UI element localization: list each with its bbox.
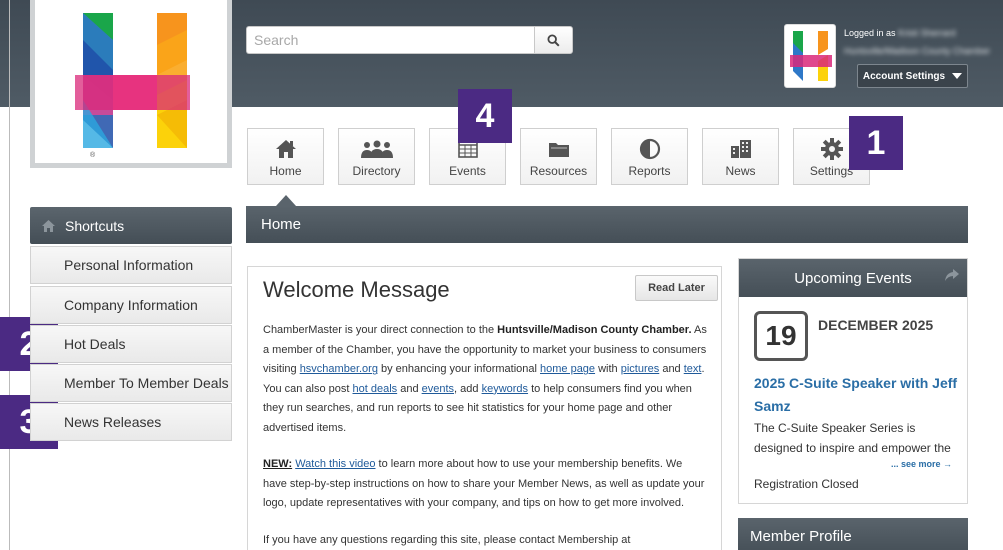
welcome-paragraph-2: NEW: Watch this video to learn more abou… [263, 455, 708, 514]
pie-chart-icon [639, 138, 660, 160]
upcoming-events-panel: Upcoming Events 19 DECEMBER 2025 2025 C-… [738, 258, 968, 504]
nav-news-label: News [725, 164, 756, 178]
sidebar-item-personal-information[interactable]: Personal Information [30, 246, 232, 284]
read-later-button[interactable]: Read Later [635, 275, 718, 301]
welcome-panel: Welcome Message Read Later ChamberMaster… [247, 266, 722, 550]
sidebar-item-label: Company Information [64, 297, 198, 313]
nav-home[interactable]: Home [247, 128, 324, 185]
organization-text: Huntsville/Madison County Chamber [844, 46, 991, 56]
folder-icon [548, 143, 569, 157]
sidebar-item-label: News Releases [64, 414, 162, 430]
callout-4: 4 [458, 89, 512, 143]
nav-news[interactable]: News [702, 128, 779, 185]
text: with [595, 363, 621, 376]
text: , add [454, 382, 482, 395]
svg-text:®: ® [90, 151, 96, 159]
chamber-name: Huntsville/Madison County Chamber. [497, 324, 692, 336]
nav-directory-label: Directory [352, 164, 401, 178]
search-bar [246, 26, 573, 54]
house-icon [275, 140, 296, 158]
text: and [397, 382, 422, 395]
shortcuts-title: Shortcuts [65, 217, 125, 234]
upcoming-events-title: Upcoming Events [794, 269, 912, 287]
event-date-box: 19 [754, 311, 808, 361]
search-input[interactable] [246, 26, 534, 54]
event-description: The C-Suite Speaker Series is designed t… [754, 421, 951, 455]
left-border [9, 0, 10, 550]
sidebar-item-label: Member To Member Deals [64, 375, 229, 391]
logged-in-user: Kristi Sherrard [898, 28, 956, 38]
people-icon [360, 140, 393, 158]
text: and [659, 363, 684, 376]
nav-settings-label: Settings [809, 164, 854, 178]
page-title: Home [261, 216, 302, 233]
welcome-paragraph-1: ChamberMaster is your direct connection … [263, 321, 708, 439]
active-tab-pointer [276, 195, 296, 206]
avatar-logo-icon [790, 31, 832, 81]
h-logo-mark: ® [75, 13, 190, 159]
sidebar-item-hot-deals[interactable]: Hot Deals [30, 325, 232, 363]
text: by enhancing your informational [377, 363, 540, 376]
gear-icon [820, 138, 843, 160]
home-page-link[interactable]: home page [540, 363, 595, 375]
text: ChamberMaster is your direct connection … [263, 324, 498, 336]
text: If you have any questions regarding this… [263, 534, 631, 546]
nav-events-label: Events [449, 164, 486, 178]
hot-deals-link[interactable]: hot deals [353, 383, 398, 395]
read-later-label: Read Later [648, 282, 705, 294]
page-title-bar: Home [246, 206, 968, 243]
search-button[interactable] [534, 26, 573, 54]
share-arrow-icon[interactable] [945, 269, 959, 282]
sidebar-item-member-to-member-deals[interactable]: Member To Member Deals [30, 364, 232, 402]
sidebar-item-label: Hot Deals [64, 336, 126, 352]
search-icon [547, 33, 560, 47]
organization-name: Huntsville/Madison County Chamber [844, 46, 990, 56]
event-day: 19 [765, 320, 797, 351]
account-settings-button[interactable]: Account Settings [857, 64, 968, 88]
event-month-year: DECEMBER 2025 [818, 317, 934, 333]
sidebar-item-company-information[interactable]: Company Information [30, 286, 232, 324]
keywords-link[interactable]: keywords [482, 383, 528, 395]
welcome-title: Welcome Message [263, 277, 450, 302]
building-icon [730, 140, 751, 158]
see-more-link[interactable]: ... see more → [891, 459, 952, 469]
chamber-logo[interactable]: ® [30, 0, 232, 168]
events-link[interactable]: events [422, 383, 454, 395]
welcome-paragraph-3: If you have any questions regarding this… [263, 531, 708, 550]
nav-resources[interactable]: Resources [520, 128, 597, 185]
nav-reports-label: Reports [628, 164, 671, 178]
nav-directory[interactable]: Directory [338, 128, 415, 185]
shortcuts-header: Shortcuts [30, 207, 232, 244]
pictures-link[interactable]: pictures [621, 363, 660, 375]
upcoming-events-header: Upcoming Events [739, 259, 967, 297]
caret-down-icon [952, 73, 963, 79]
logged-in-prefix: Logged in as [844, 28, 896, 38]
nav-reports[interactable]: Reports [611, 128, 688, 185]
event-status: Registration Closed [754, 477, 859, 491]
logged-in-text: Logged in as Kristi Sherrard [844, 28, 956, 38]
site-link[interactable]: hsvchamber.org [300, 363, 378, 375]
nav-home-label: Home [269, 164, 302, 178]
event-title-link[interactable]: 2025 C-Suite Speaker with Jeff Samz [754, 372, 959, 418]
sidebar-item-news-releases[interactable]: News Releases [30, 403, 232, 441]
account-settings-label: Account Settings [862, 70, 946, 82]
callout-1: 1 [849, 116, 903, 170]
member-profile-header: Member Profile [738, 518, 968, 550]
new-label: NEW: [263, 458, 293, 470]
text-link[interactable]: text [684, 363, 702, 375]
watch-video-link[interactable]: Watch this video [295, 458, 375, 470]
home-small-icon [42, 219, 55, 232]
sidebar-item-label: Personal Information [64, 257, 194, 273]
member-profile-title: Member Profile [750, 527, 852, 545]
user-avatar[interactable] [784, 24, 836, 88]
nav-resources-label: Resources [529, 164, 588, 178]
